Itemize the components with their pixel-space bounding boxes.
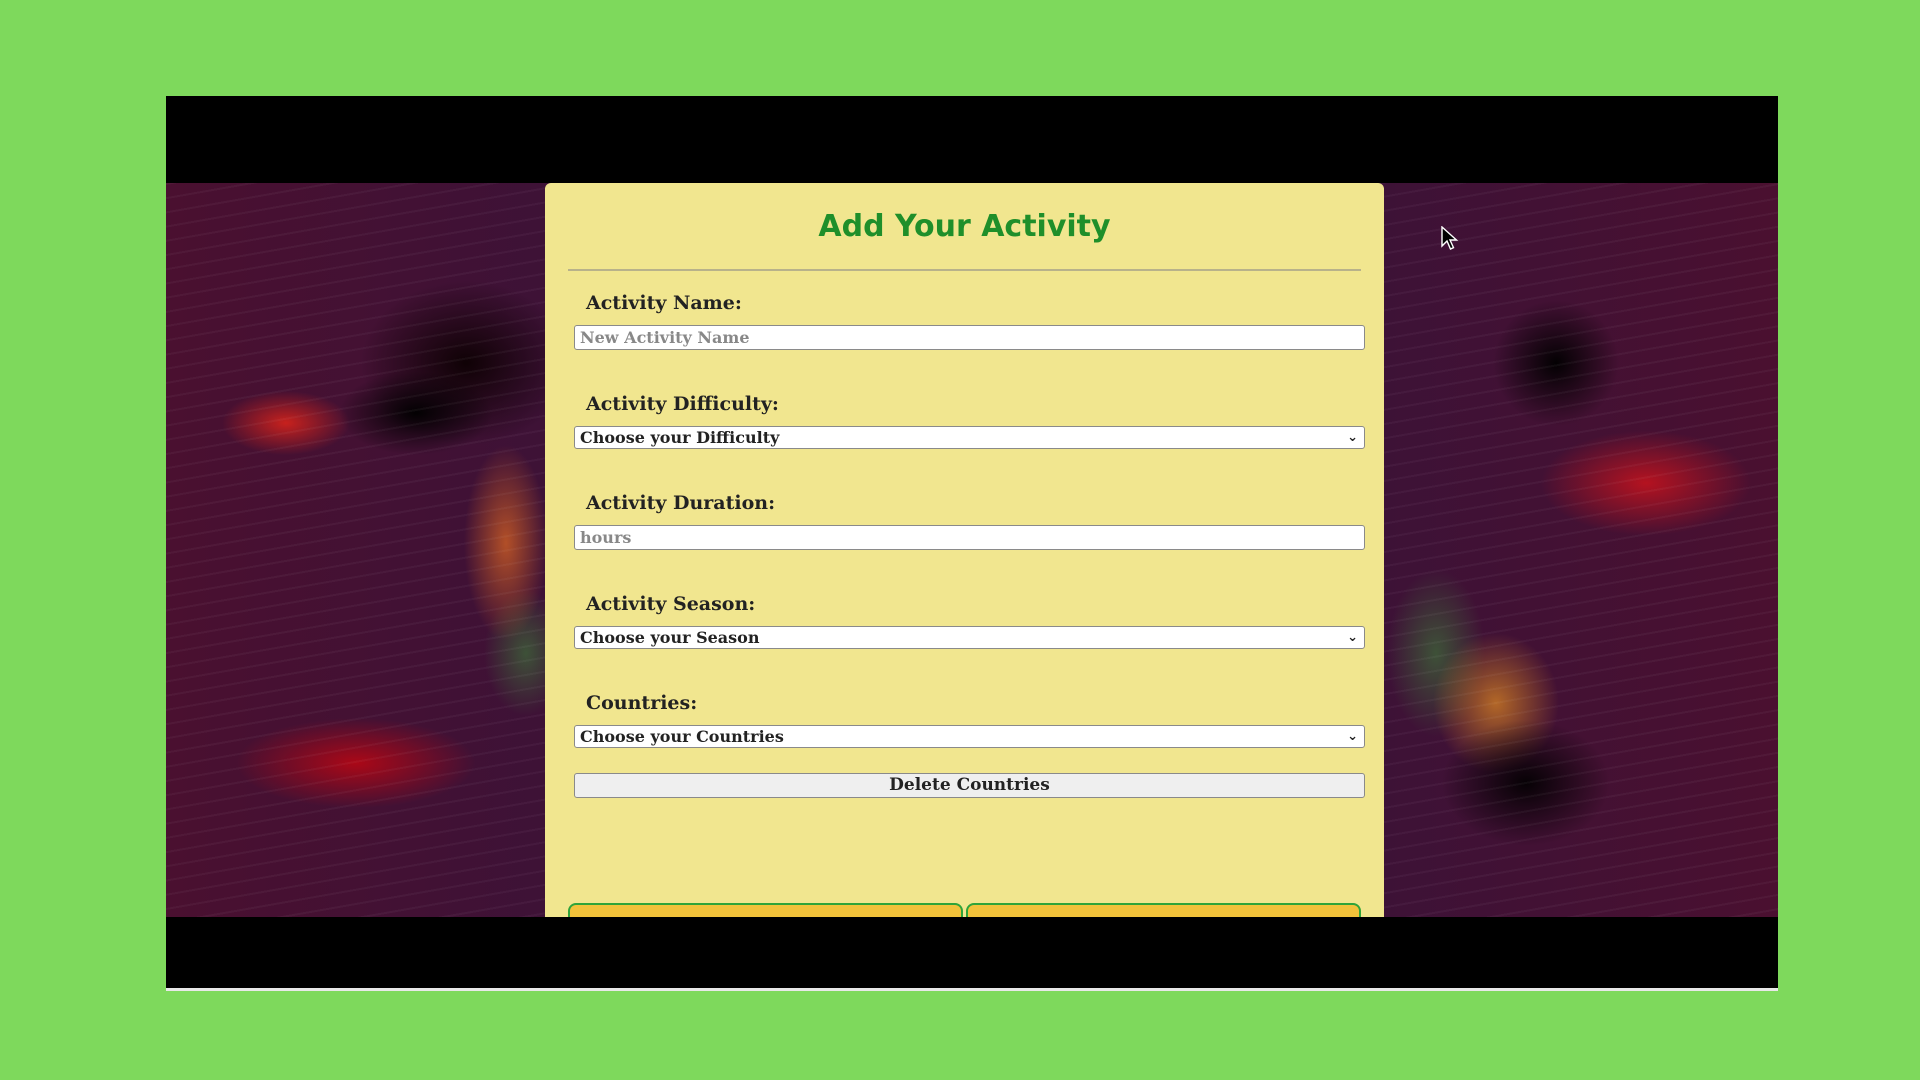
chevron-down-icon: ⌄ (1347, 729, 1358, 744)
activity-name-label: Activity Name: (586, 292, 742, 314)
add-activity-form: Add Your Activity Activity Name: New Act… (545, 183, 1384, 917)
season-selected-value: Choose your Season (580, 628, 760, 647)
chevron-down-icon: ⌄ (1347, 630, 1358, 645)
app-window: Add Your Activity Activity Name: New Act… (166, 96, 1778, 991)
activity-duration-input[interactable]: hours (574, 525, 1365, 550)
secondary-action-button[interactable] (966, 903, 1361, 917)
primary-action-button[interactable] (568, 903, 963, 917)
countries-label: Countries: (586, 692, 698, 714)
activity-season-select[interactable]: Choose your Season ⌄ (574, 626, 1365, 649)
activity-duration-label: Activity Duration: (586, 492, 776, 514)
countries-select[interactable]: Choose your Countries ⌄ (574, 725, 1365, 748)
activity-name-input[interactable]: New Activity Name (574, 325, 1365, 350)
delete-countries-button[interactable]: Delete Countries (574, 773, 1365, 798)
activity-difficulty-label: Activity Difficulty: (586, 393, 779, 415)
window-bottom-edge (166, 988, 1778, 991)
activity-difficulty-select[interactable]: Choose your Difficulty ⌄ (574, 426, 1365, 449)
form-title: Add Your Activity (818, 209, 1111, 244)
countries-selected-value: Choose your Countries (580, 727, 784, 746)
difficulty-selected-value: Choose your Difficulty (580, 428, 780, 447)
chevron-down-icon: ⌄ (1347, 430, 1358, 445)
title-divider (568, 269, 1361, 271)
mouse-pointer-icon (1441, 226, 1459, 250)
activity-season-label: Activity Season: (586, 593, 756, 615)
